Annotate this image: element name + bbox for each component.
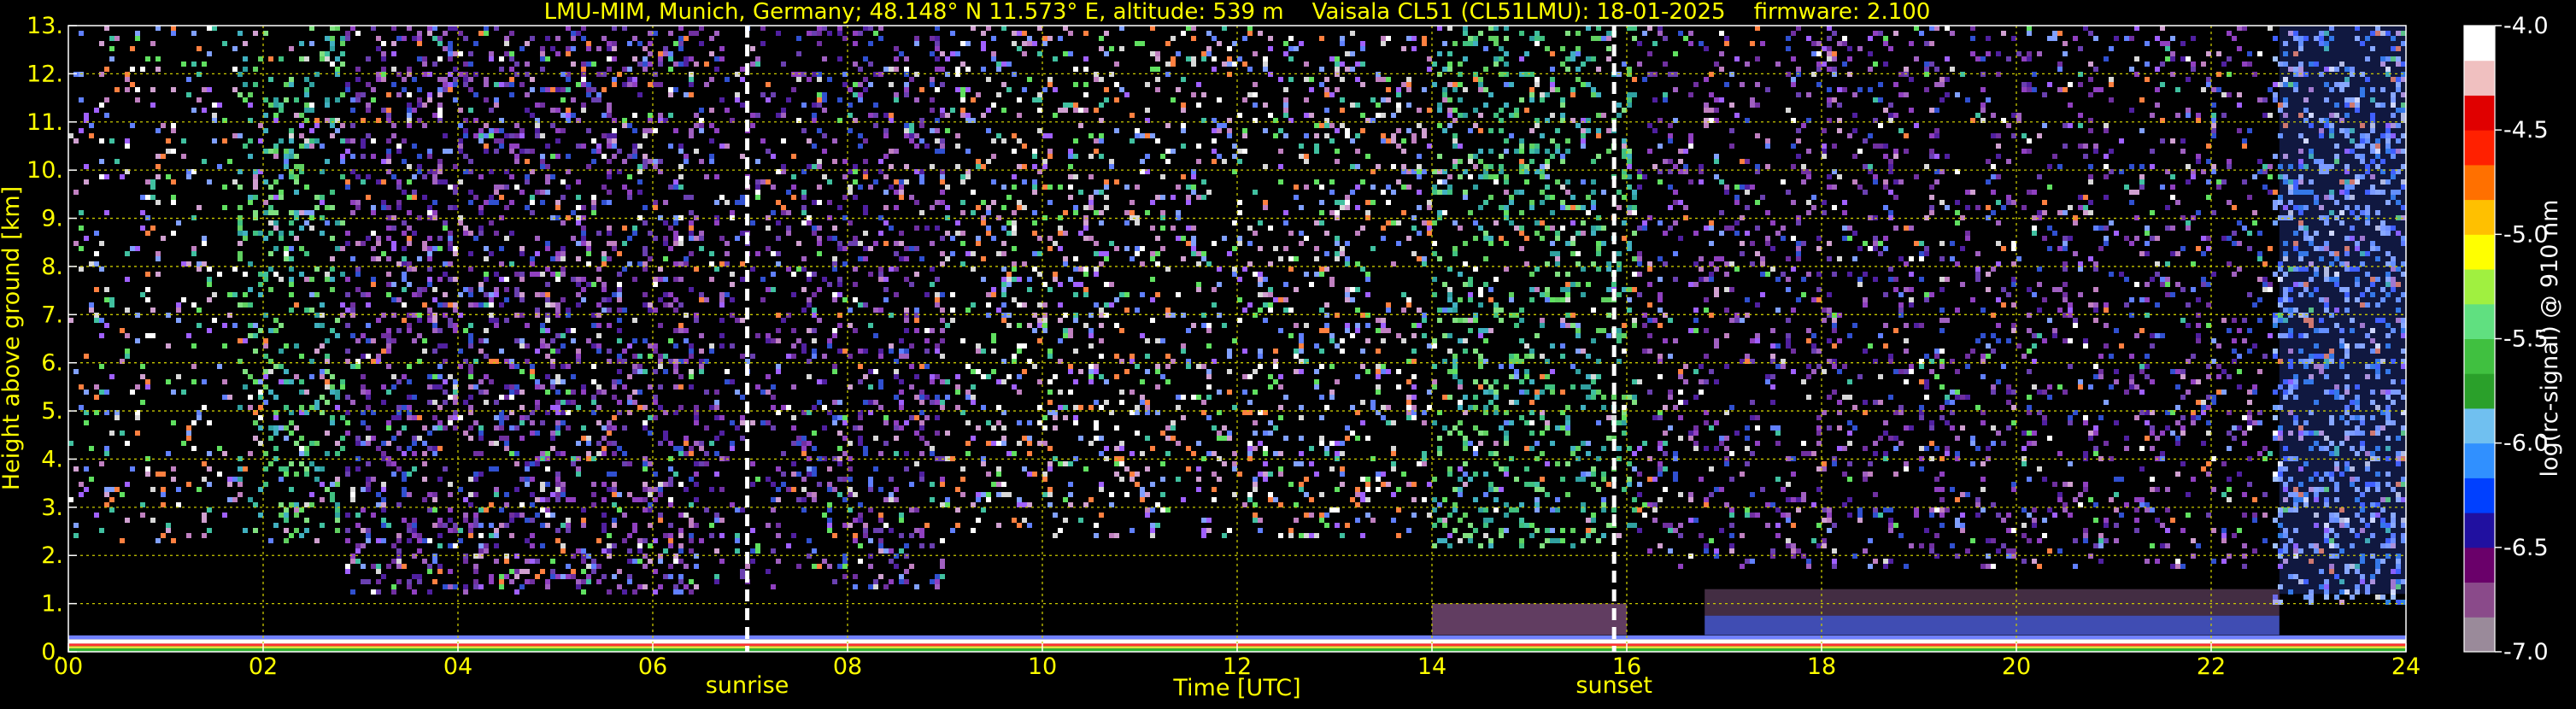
y-tick-label: 2.: [41, 542, 63, 569]
ceilometer-chart: sunrisesunset 00020406081012141618202224…: [0, 0, 2576, 706]
colorbar-swatch: [2464, 269, 2495, 304]
colorbar-swatch: [2464, 304, 2495, 339]
y-axis-label: Height above ground [km]: [0, 186, 25, 490]
colorbar-swatch: [2464, 373, 2495, 408]
y-tick-label: 1.: [41, 591, 63, 618]
sunrise-marker-label: sunrise: [706, 672, 789, 699]
colorbar-swatch: [2464, 165, 2495, 200]
x-tick-label: 18: [1807, 653, 1836, 680]
x-tick-label: 14: [1417, 653, 1446, 680]
y-tick-label: 3.: [41, 495, 63, 521]
colorbar-swatch: [2464, 548, 2495, 583]
y-tick-label: 8.: [41, 254, 63, 280]
y-tick-label: 9.: [41, 206, 63, 232]
y-tick-label: 7.: [41, 302, 63, 328]
night-aerosol-layer: [1705, 616, 2280, 636]
x-tick-label: 10: [1028, 653, 1057, 680]
evening-aerosol-layer: [1432, 604, 1627, 636]
colorbar-swatch: [2464, 339, 2495, 374]
x-tick-label: 20: [2002, 653, 2031, 680]
x-tick-label: 02: [249, 653, 278, 680]
colorbar-swatch: [2464, 61, 2495, 96]
x-tick-label: 22: [2197, 653, 2226, 680]
colorbar-swatch: [2464, 234, 2495, 269]
y-tick-label: 5.: [41, 398, 63, 425]
y-tick-label: 12.: [26, 61, 63, 87]
y-tick-label: 6.: [41, 350, 63, 377]
y-tick-label: 4.: [41, 446, 63, 472]
colorbar: -4.0-4.5-5.0-5.5-6.0-6.5-7.0: [2464, 13, 2549, 665]
x-tick-label: 24: [2391, 653, 2421, 680]
colorbar-swatch: [2464, 200, 2495, 235]
y-tick-label: 10.: [26, 157, 63, 184]
colorbar-swatch: [2464, 478, 2495, 513]
x-tick-label: 04: [443, 653, 472, 680]
colorbar-swatch: [2464, 26, 2495, 61]
night-residual-layer: [1705, 589, 2280, 616]
colorbar-swatch: [2464, 130, 2495, 165]
colorbar-tick-label: -4.5: [2503, 117, 2549, 144]
colorbar-swatch: [2464, 95, 2495, 130]
chart-title: LMU-MIM, Munich, Germany; 48.148° N 11.5…: [544, 0, 1931, 25]
colorbar-swatch: [2464, 513, 2495, 548]
x-tick-label: 06: [638, 653, 667, 680]
colorbar-tick-label: -6.5: [2503, 535, 2549, 561]
x-axis-label: Time [UTC]: [1172, 675, 1300, 701]
colorbar-swatch: [2464, 408, 2495, 443]
x-tick-label: 16: [1612, 653, 1641, 680]
colorbar-tick-label: -4.0: [2503, 13, 2549, 39]
colorbar-swatch: [2464, 617, 2495, 652]
late-cloud-region: [2280, 26, 2406, 594]
colorbar-swatch: [2464, 583, 2495, 618]
y-tick-label: 13.: [26, 13, 63, 39]
y-tick-label: 11.: [26, 109, 63, 136]
x-tick-label: 08: [833, 653, 862, 680]
chart-svg: sunrisesunset 00020406081012141618202224…: [0, 0, 2576, 706]
y-tick-label: 0.: [41, 639, 63, 665]
colorbar-tick-label: -7.0: [2503, 639, 2549, 665]
colorbar-label: log(rc-signal) @ 910 nm: [2537, 200, 2563, 478]
colorbar-swatch: [2464, 443, 2495, 478]
